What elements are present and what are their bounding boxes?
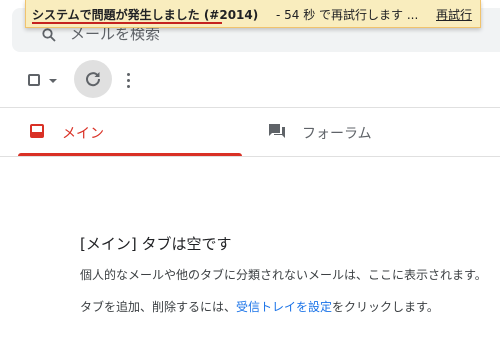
inbox-settings-link[interactable]: 受信トレイを設定: [236, 300, 332, 314]
tab-main[interactable]: メイン: [18, 108, 242, 156]
search-icon[interactable]: [42, 28, 56, 42]
more-vert-icon[interactable]: [122, 70, 136, 90]
select-all-checkbox[interactable]: [28, 74, 40, 86]
forum-icon: [269, 124, 285, 138]
retry-link[interactable]: 再試行: [436, 6, 472, 23]
chevron-down-icon[interactable]: [49, 79, 57, 83]
error-message: システムで問題が発生しました (#2014): [32, 8, 259, 22]
empty-state-description: 個人的なメールや他のタブに分類されないメールは、ここに表示されます。: [80, 268, 487, 282]
toolbar: [0, 60, 500, 102]
divider: [0, 156, 500, 157]
empty-state-settings-hint: タブを追加、削除するには、受信トレイを設定をクリックします。: [80, 298, 439, 315]
tab-main-label: メイン: [62, 126, 104, 142]
empty-state-title: [メイン] タブは空です: [80, 235, 232, 253]
error-banner: システムで問題が発生しました (#2014) - 54 秒 で再試行します ..…: [25, 0, 481, 28]
error-underline: [32, 22, 222, 24]
refresh-button[interactable]: [74, 60, 112, 98]
hint-text-before: タブを追加、削除するには、: [80, 300, 237, 314]
tab-forums[interactable]: フォーラム: [242, 108, 500, 156]
tab-forums-label: フォーラム: [302, 126, 372, 142]
hint-text-after: をクリックします。: [332, 300, 439, 314]
refresh-icon: [86, 72, 101, 87]
retry-countdown: - 54 秒 で再試行します ...: [276, 8, 419, 22]
inbox-icon: [30, 124, 44, 138]
